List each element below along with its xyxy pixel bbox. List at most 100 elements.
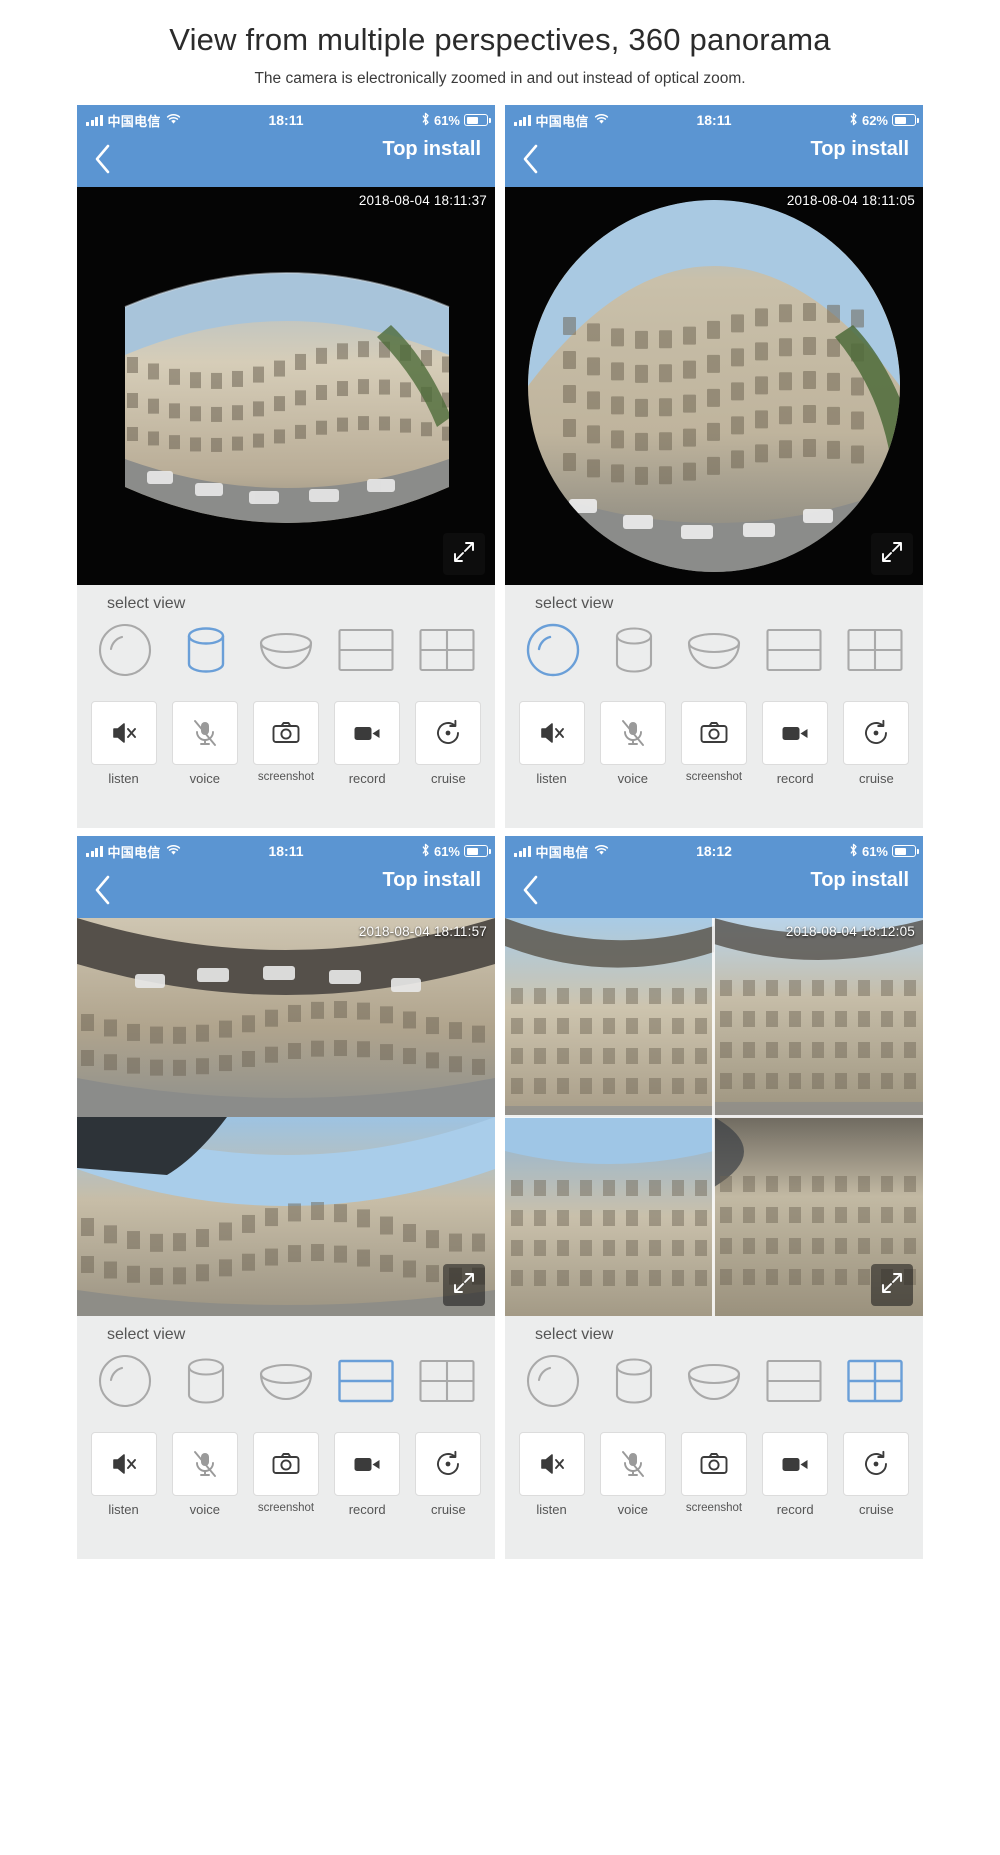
video-stage[interactable]: 2018-08-04 18:12:05 [505, 918, 923, 1316]
control-bar: listen voice screenshot record cruise [77, 693, 495, 796]
nav-bar: Top install [77, 866, 495, 918]
control-label-record: record [776, 1502, 814, 1517]
control-voice[interactable]: voice [596, 1432, 670, 1517]
view-mode-bowl[interactable] [678, 623, 750, 681]
page-subtitle: The camera is electronically zoomed in a… [254, 70, 746, 87]
control-screenshot[interactable]: screenshot [677, 1432, 751, 1514]
fullscreen-button[interactable] [443, 533, 485, 575]
microphone-muted-icon[interactable] [599, 701, 666, 765]
control-listen[interactable]: listen [87, 1432, 161, 1517]
control-listen[interactable]: listen [515, 1432, 589, 1517]
control-listen[interactable]: listen [87, 701, 161, 786]
view-mode-cylinder-selected[interactable] [170, 623, 242, 681]
control-voice[interactable]: voice [168, 1432, 242, 1517]
control-voice[interactable]: voice [168, 701, 242, 786]
camera-icon[interactable] [680, 1432, 747, 1496]
fullscreen-button[interactable] [871, 533, 913, 575]
rotate-cruise-icon[interactable] [843, 1432, 910, 1496]
view-mode-sphere-selected[interactable] [517, 623, 589, 681]
fullscreen-button[interactable] [443, 1264, 485, 1306]
view-mode-split4[interactable] [839, 623, 911, 681]
control-screenshot[interactable]: screenshot [249, 1432, 323, 1514]
status-bar: 中国电信 18:11 62% [505, 105, 923, 135]
battery-icon [892, 114, 919, 126]
view-mode-cylinder[interactable] [598, 623, 670, 681]
microphone-muted-icon[interactable] [171, 1432, 238, 1496]
battery-icon [464, 845, 491, 857]
status-bar-left: 中国电信 [86, 842, 181, 861]
view-mode-sphere[interactable] [89, 623, 161, 681]
control-bar: listen voice screenshot record cruise [505, 1424, 923, 1527]
view-mode-bowl[interactable] [250, 1354, 322, 1412]
back-button[interactable] [83, 135, 123, 187]
back-button[interactable] [511, 866, 551, 918]
bluetooth-icon [421, 112, 430, 129]
status-bar: 中国电信 18:12 61% [505, 836, 923, 866]
video-stage[interactable]: 2018-08-04 18:11:57 [77, 918, 495, 1316]
control-voice[interactable]: voice [596, 701, 670, 786]
speaker-muted-icon[interactable] [518, 1432, 585, 1496]
nav-title: Top install [382, 869, 481, 891]
speaker-muted-icon[interactable] [518, 701, 585, 765]
control-cruise[interactable]: cruise [411, 1432, 485, 1517]
view-mode-split4[interactable] [411, 623, 483, 681]
battery-percentage: 61% [433, 112, 460, 128]
back-button[interactable] [511, 135, 551, 187]
video-camera-icon[interactable] [334, 701, 401, 765]
control-listen[interactable]: listen [515, 701, 589, 786]
control-label-listen: listen [108, 1502, 139, 1517]
fullscreen-button[interactable] [871, 1264, 913, 1306]
view-mode-split2[interactable] [330, 623, 402, 681]
control-screenshot[interactable]: screenshot [677, 701, 751, 783]
view-mode-sphere[interactable] [89, 1354, 161, 1412]
view-mode-bowl[interactable] [250, 623, 322, 681]
control-screenshot[interactable]: screenshot [249, 701, 323, 783]
video-stage[interactable]: 2018-08-04 18:11:05 [505, 187, 923, 585]
view-mode-list [505, 617, 923, 693]
view-mode-sphere[interactable] [517, 1354, 589, 1412]
video-camera-icon[interactable] [762, 701, 829, 765]
view-mode-bowl[interactable] [678, 1354, 750, 1412]
view-mode-split2-selected[interactable] [330, 1354, 402, 1412]
bluetooth-icon [849, 843, 858, 860]
cellular-signal-icon [86, 114, 103, 126]
status-bar-left: 中国电信 [514, 842, 609, 861]
view-mode-split4[interactable] [411, 1354, 483, 1412]
view-mode-split2[interactable] [758, 1354, 830, 1412]
back-button[interactable] [83, 866, 123, 918]
speaker-muted-icon[interactable] [90, 701, 157, 765]
carrier-label: 中国电信 [535, 113, 589, 129]
screenshot-grid: 中国电信 18:11 61% Top install 2018-08-04 18… [0, 105, 1000, 1559]
view-mode-cylinder[interactable] [170, 1354, 242, 1412]
control-cruise[interactable]: cruise [839, 1432, 913, 1517]
status-bar: 中国电信 18:11 61% [77, 105, 495, 135]
view-mode-split4-selected[interactable] [839, 1354, 911, 1412]
control-cruise[interactable]: cruise [411, 701, 485, 786]
control-cruise[interactable]: cruise [839, 701, 913, 786]
carrier-label: 中国电信 [107, 844, 161, 860]
speaker-muted-icon[interactable] [90, 1432, 157, 1496]
cylinder-view-icon [605, 1352, 663, 1415]
four-split-view-icon [846, 625, 904, 680]
video-stage[interactable]: 2018-08-04 18:11:37 [77, 187, 495, 585]
view-mode-cylinder[interactable] [598, 1354, 670, 1412]
control-record[interactable]: record [330, 701, 404, 786]
camera-icon[interactable] [252, 701, 319, 765]
microphone-muted-icon[interactable] [171, 701, 238, 765]
rotate-cruise-icon[interactable] [415, 1432, 482, 1496]
view-mode-split2[interactable] [758, 623, 830, 681]
control-record[interactable]: record [758, 1432, 832, 1517]
back-chevron-icon [92, 142, 114, 181]
camera-icon[interactable] [680, 701, 747, 765]
control-record[interactable]: record [330, 1432, 404, 1517]
camera-icon[interactable] [252, 1432, 319, 1496]
video-camera-icon[interactable] [334, 1432, 401, 1496]
battery-percentage: 61% [861, 843, 888, 859]
control-label-cruise: cruise [431, 1502, 466, 1517]
control-record[interactable]: record [758, 701, 832, 786]
status-bar-right: 61% [421, 843, 491, 860]
video-camera-icon[interactable] [762, 1432, 829, 1496]
rotate-cruise-icon[interactable] [415, 701, 482, 765]
rotate-cruise-icon[interactable] [843, 701, 910, 765]
microphone-muted-icon[interactable] [599, 1432, 666, 1496]
